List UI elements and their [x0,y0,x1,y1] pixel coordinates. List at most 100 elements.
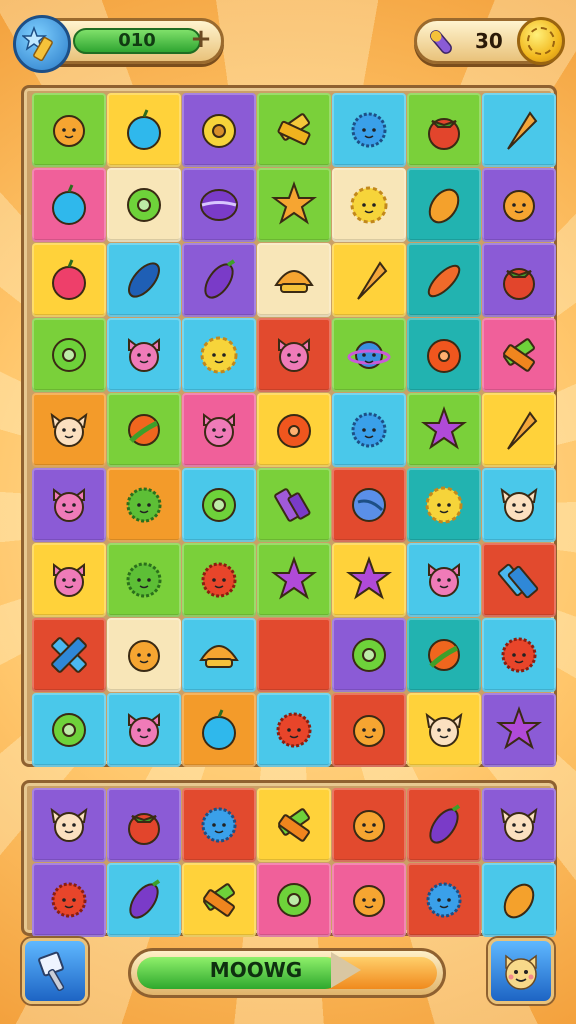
tray-tile[interactable] [482,863,556,937]
tray-tile[interactable] [482,788,556,862]
board-tile[interactable] [482,468,556,542]
peach-cat-icon [425,712,463,747]
board-tile[interactable] [407,93,481,167]
board-tile[interactable] [407,468,481,542]
star-pencil-icon[interactable] [13,15,71,73]
board-tile[interactable] [32,243,106,317]
board-tile[interactable] [332,168,406,242]
progress-knob[interactable] [331,952,361,988]
board-tile[interactable] [182,693,256,767]
peach-cat-icon [500,487,538,522]
purple-star-icon [421,406,467,450]
board-tile[interactable] [107,243,181,317]
board-tile[interactable] [332,468,406,542]
board-tile[interactable] [32,543,106,617]
tray-tile[interactable] [182,863,256,937]
hammer-icon [38,951,65,992]
blue-fruit-icon [52,184,86,225]
board-tile[interactable] [182,168,256,242]
board-tile[interactable] [32,693,106,767]
tomato-icon [128,813,160,845]
tray-tile[interactable] [32,788,106,862]
board-tile[interactable] [332,393,406,467]
board-tile[interactable] [257,318,331,392]
tray-tile[interactable] [107,863,181,937]
pet-button[interactable] [488,938,554,1004]
board-tile[interactable] [257,693,331,767]
board-tile[interactable] [332,543,406,617]
board-tile[interactable] [107,393,181,467]
board-tile[interactable] [107,543,181,617]
board-tile[interactable] [107,318,181,392]
orange-blob-icon [128,640,160,672]
tray-tile[interactable] [332,863,406,937]
tray-tile[interactable] [257,788,331,862]
potion-icon[interactable] [425,26,457,58]
board-tile[interactable] [407,693,481,767]
board-tile[interactable] [32,168,106,242]
board-tile[interactable] [32,468,106,542]
board-tile[interactable] [407,318,481,392]
board-tile[interactable] [407,543,481,617]
tray-tile[interactable] [107,788,181,862]
board-tile[interactable] [107,168,181,242]
board-tile[interactable] [182,468,256,542]
purple-star-icon [346,556,392,600]
board-tile[interactable] [107,468,181,542]
board-tile[interactable] [482,393,556,467]
coin-icon[interactable] [517,17,565,65]
board-tile[interactable] [482,243,556,317]
score-panel: 010 + [13,15,224,73]
board-tile[interactable] [257,618,331,692]
board-tile[interactable] [407,168,481,242]
tray-grid [32,788,556,937]
pink-apple-icon [52,259,86,300]
hammer-button[interactable] [22,938,88,1004]
board-tile[interactable] [32,318,106,392]
board-tile[interactable] [257,243,331,317]
board-tile[interactable] [32,618,106,692]
board-tile[interactable] [482,93,556,167]
peach-cat-icon [50,807,88,842]
board-tile[interactable] [407,243,481,317]
board-tile[interactable] [32,93,106,167]
tray-tile[interactable] [407,863,481,937]
tray-tile[interactable] [32,863,106,937]
board-tile[interactable] [182,243,256,317]
board-tile[interactable] [182,318,256,392]
tray-tile[interactable] [257,863,331,937]
tray-tile[interactable] [182,788,256,862]
tray-tile[interactable] [407,788,481,862]
add-button[interactable]: + [187,26,215,54]
board-tile[interactable] [257,93,331,167]
board-tile[interactable] [482,168,556,242]
board-tile[interactable] [332,693,406,767]
game-board [21,85,557,767]
board-tile[interactable] [182,543,256,617]
board-tile[interactable] [32,393,106,467]
board-tile[interactable] [332,618,406,692]
board-tile[interactable] [107,618,181,692]
tray-tile[interactable] [332,788,406,862]
board-tile[interactable] [257,393,331,467]
board-tile[interactable] [107,93,181,167]
board-tile[interactable] [482,543,556,617]
board-tile[interactable] [257,543,331,617]
board-tile[interactable] [182,93,256,167]
pink-cat-icon [128,338,160,372]
board-tile[interactable] [482,693,556,767]
board-tile[interactable] [182,393,256,467]
board-tile[interactable] [332,243,406,317]
board-tile[interactable] [332,318,406,392]
board-tile[interactable] [257,168,331,242]
board-tile[interactable] [182,618,256,692]
board-tile[interactable] [257,468,331,542]
pink-cat-icon [203,413,235,447]
board-tile[interactable] [407,393,481,467]
board-tile[interactable] [482,618,556,692]
board-tile[interactable] [107,693,181,767]
board-tile[interactable] [332,93,406,167]
board-tile[interactable] [407,618,481,692]
board-tile[interactable] [482,318,556,392]
blue-crystal-icon [497,563,539,599]
